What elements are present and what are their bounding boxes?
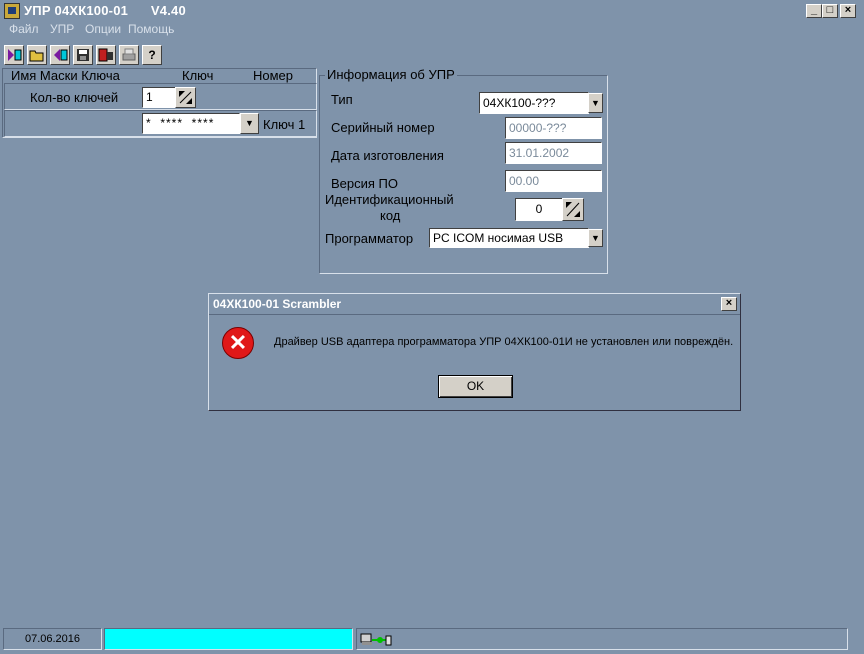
help-icon: ? (148, 48, 156, 62)
import-button[interactable] (4, 45, 24, 65)
export-button[interactable] (50, 45, 70, 65)
programmer-dropdown-button[interactable]: ▼ (588, 229, 603, 247)
dialog-message: Драйвер USB адаптера программатора УПР 0… (274, 336, 734, 348)
open-folder-icon (29, 50, 44, 62)
chevron-down-icon: ▼ (245, 118, 254, 128)
title-bar: УПР 04ХК100-01 V4.40 _ □ × (0, 0, 864, 22)
chevron-down-icon: ▼ (591, 98, 600, 108)
key-mask-panel: Имя Маски Ключа Ключ Номер Кол-во ключей… (2, 68, 317, 140)
date-field: 31.01.2002 (505, 142, 602, 164)
menu-file[interactable]: Файл (9, 22, 39, 36)
spinner-arrows-icon (179, 91, 192, 104)
error-dialog: 04ХК100-01 Scrambler × ✕ Драйвер USB ада… (208, 293, 741, 411)
id-label-line2: код (380, 208, 401, 223)
program-button[interactable] (96, 45, 116, 65)
connection-icon (360, 633, 392, 646)
key-dropdown-button[interactable]: ▼ (240, 113, 259, 134)
serial-field: 00000-??? (505, 117, 602, 139)
date-label: Дата изготовления (331, 148, 444, 163)
col-number: Номер (253, 68, 294, 83)
export-icon (54, 49, 68, 61)
menu-help[interactable]: Помощь (128, 22, 174, 36)
info-group-title: Информация об УПР (325, 67, 457, 82)
key-count-label: Кол-во ключей (30, 90, 119, 105)
save-icon (77, 49, 89, 61)
ok-button[interactable]: OK (438, 375, 513, 398)
col-mask-name: Имя Маски Ключа (11, 68, 120, 83)
programmer-label: Программатор (325, 231, 414, 246)
menu-upr[interactable]: УПР (50, 22, 74, 36)
status-progress (104, 628, 353, 650)
program-icon (98, 48, 113, 62)
close-button[interactable]: × (840, 4, 856, 18)
minimize-button[interactable]: _ (806, 4, 822, 18)
key-value-field[interactable]: * **** **** (142, 113, 240, 134)
print-icon (122, 48, 136, 61)
serial-label: Серийный номер (331, 120, 435, 135)
type-label: Тип (331, 92, 353, 107)
chevron-down-icon: ▼ (591, 233, 600, 243)
status-info (356, 628, 848, 650)
save-button[interactable] (73, 45, 93, 65)
print-button[interactable] (119, 45, 139, 65)
type-select[interactable]: 04ХК100-??? (479, 92, 589, 114)
window-title: УПР 04ХК100-01 V4.40 (24, 3, 186, 18)
type-dropdown-button[interactable]: ▼ (588, 93, 603, 113)
import-icon (8, 49, 22, 61)
spinner-arrows-icon (566, 202, 580, 217)
menu-options[interactable]: Опции (85, 22, 121, 36)
dialog-title: 04ХК100-01 Scrambler (213, 297, 342, 311)
id-field[interactable]: 0 (515, 198, 563, 221)
id-label: Идентификационный (325, 192, 454, 207)
maximize-button[interactable]: □ (822, 4, 838, 18)
key-number: Ключ 1 (263, 117, 306, 132)
id-spinner[interactable] (562, 198, 584, 221)
open-button[interactable] (27, 45, 47, 65)
error-icon: ✕ (222, 327, 254, 359)
help-button[interactable]: ? (142, 45, 162, 65)
version-label: Версия ПО (331, 176, 398, 191)
version-field: 00.00 (505, 170, 602, 192)
status-date: 07.06.2016 (3, 628, 102, 650)
col-key: Ключ (182, 68, 214, 83)
dialog-close-button[interactable]: × (721, 297, 737, 311)
app-icon (4, 3, 20, 19)
key-count-spinner[interactable] (175, 87, 196, 108)
key-count-field[interactable]: 1 (142, 87, 177, 108)
programmer-select[interactable]: PC ICOM носимая USB (429, 228, 589, 248)
dialog-title-bar: 04ХК100-01 Scrambler × (209, 294, 740, 315)
